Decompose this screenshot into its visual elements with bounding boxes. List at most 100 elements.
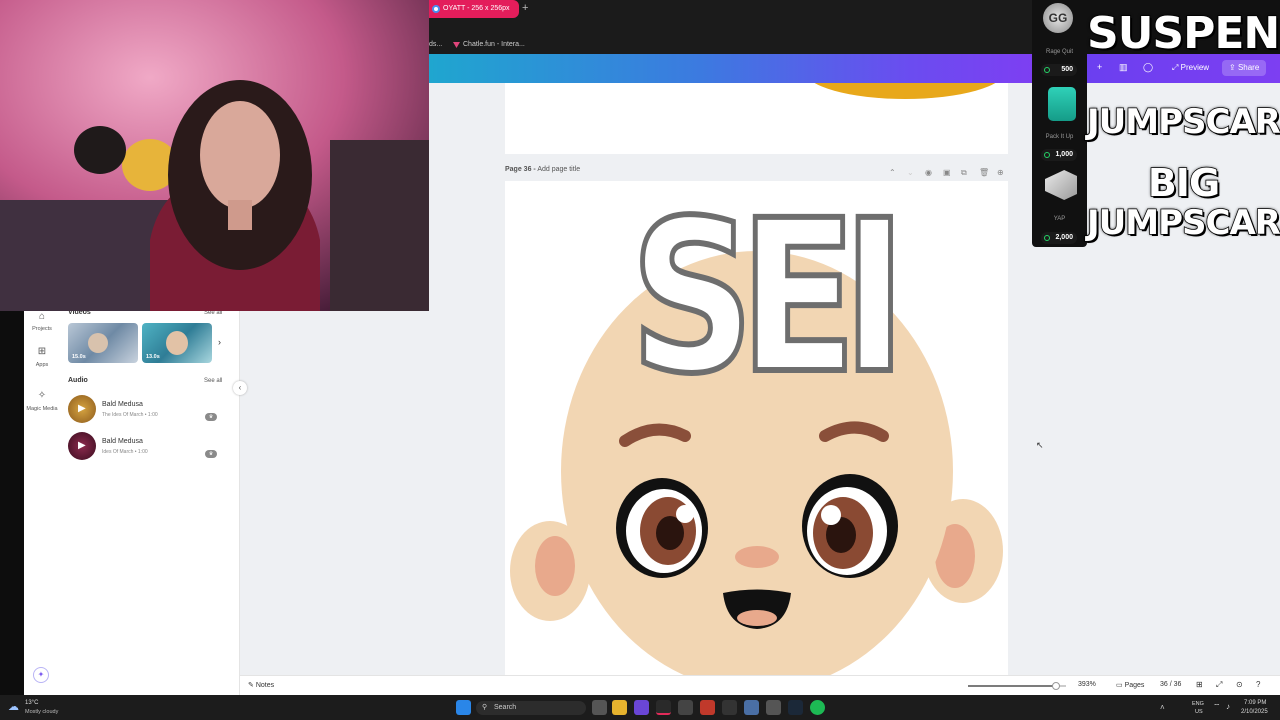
crown-icon: ♛ (205, 413, 217, 421)
editor-footer: ✎ Notes 393% ▭ Pages 36 / 36 ⊞ ⤢ ⊙ ? (240, 675, 1280, 695)
audio-title: Bald Medusa (102, 438, 143, 445)
page-count[interactable]: 36 / 36 (1160, 681, 1181, 688)
notes-button[interactable]: ✎ Notes (248, 681, 274, 689)
points-icon (1044, 67, 1050, 73)
discord-icon[interactable] (634, 700, 649, 715)
settings-icon[interactable] (744, 700, 759, 715)
previous-page-shape (805, 83, 1005, 99)
points-icon (1044, 152, 1050, 158)
volume-icon[interactable]: ♪ (1226, 702, 1230, 711)
alert-big-jumpscare: JUMPSCARE (1086, 202, 1280, 244)
grid-view-icon[interactable]: ⊞ (1196, 680, 1203, 689)
crown-icon: ♛ (205, 450, 217, 458)
chrome-taskbar-icon[interactable] (656, 700, 671, 715)
notes-label: Notes (255, 682, 275, 689)
zoom-slider[interactable] (968, 682, 1066, 690)
reward-cost: 500 (1041, 64, 1077, 76)
audio-see-all-link[interactable]: See all (204, 378, 222, 384)
steam-icon[interactable] (788, 700, 803, 715)
app-icon[interactable] (700, 700, 715, 715)
alert-suspense: SUSPENSE (1086, 7, 1280, 60)
video-thumbnail[interactable]: 15.0s (68, 323, 138, 363)
reward-cost: 1,000 (1041, 149, 1077, 161)
spotify-icon[interactable] (810, 700, 825, 715)
audio-track[interactable]: ▶ Bald Medusa Ides Of March • 1:00 ♛ (68, 432, 238, 462)
file-explorer-icon[interactable] (612, 700, 627, 715)
webcam-video (0, 0, 429, 311)
video-thumbnail[interactable]: 13.0s (142, 323, 212, 363)
apps-grid-icon[interactable]: ⊞ (24, 346, 60, 357)
windows-start-icon[interactable] (456, 700, 471, 715)
clock-date: 2/10/2025 (1241, 709, 1268, 715)
bookmark-item[interactable]: Chatle.fun - Intera... (463, 36, 525, 54)
sei-text-graphic[interactable]: SEI (628, 181, 909, 423)
screen: OYATT - 256 x 256px + ds... Chatle.fun -… (0, 0, 1280, 720)
audio-track[interactable]: ▶ Bald Medusa The Ides Of March • 1:00 ♛ (68, 395, 238, 425)
play-icon[interactable]: ▶ (78, 403, 86, 414)
fullscreen-icon[interactable]: ⤢ (1216, 680, 1222, 690)
folder-icon[interactable]: ⌂ (24, 311, 60, 322)
rail-magic-media-label: Magic Media (26, 406, 58, 412)
check-icon[interactable]: ⊙ (1236, 680, 1243, 689)
gg-logo: GG (1043, 3, 1073, 33)
browser-tab-active[interactable]: OYATT - 256 x 256px (429, 0, 519, 18)
audio-subtitle: The Ides Of March • 1:00 (102, 412, 158, 418)
side-panel (24, 311, 240, 695)
app-icon[interactable] (678, 700, 693, 715)
taskbar-search[interactable]: ⚲ Search (476, 701, 586, 715)
bookmark-item[interactable]: ds... (429, 36, 442, 54)
pages-button[interactable]: ▭ Pages (1116, 681, 1144, 689)
webcam-overlay (0, 0, 429, 311)
zoom-slider-fill (968, 685, 1057, 687)
duplicate-icon[interactable]: ⧉ (961, 168, 967, 178)
audio-cover: ▶ (68, 395, 96, 423)
suitcase-icon (1048, 87, 1076, 121)
play-icon[interactable]: ▶ (78, 440, 86, 451)
magic-media-icon[interactable]: ✧ (24, 390, 60, 401)
rail-projects-label: Projects (32, 326, 52, 332)
new-tab-button[interactable]: + (522, 2, 528, 14)
rail-apps-label: Apps (35, 362, 49, 368)
move-up-icon[interactable]: ⌃ (889, 168, 896, 177)
hide-page-icon[interactable]: ◉ (925, 168, 932, 177)
left-edge (0, 311, 24, 695)
weather-temp: 13°C (25, 700, 39, 706)
app-icon[interactable] (766, 700, 781, 715)
clock-time[interactable]: 7:09 PM (1244, 700, 1266, 706)
app-icon[interactable] (722, 700, 737, 715)
move-down-icon[interactable]: ⌄ (907, 168, 914, 177)
language-region: US (1195, 709, 1203, 715)
mouse-cursor: ↖ (1036, 440, 1044, 450)
editor-header (429, 54, 1032, 83)
points-icon (1044, 235, 1050, 241)
search-label: Search (494, 704, 517, 711)
zoom-slider-handle[interactable] (1052, 682, 1061, 690)
delete-icon[interactable]: 🗑 (979, 168, 989, 177)
design-page[interactable]: SEI (505, 181, 1008, 675)
previous-page[interactable] (505, 83, 1008, 154)
show-hidden-icons[interactable]: ˄ (1160, 703, 1165, 712)
share-label: Share (1237, 63, 1260, 72)
audio-subtitle: Ides Of March • 1:00 (102, 449, 148, 455)
help-icon[interactable]: ? (1256, 680, 1260, 689)
reward-label: Pack It Up (1045, 134, 1074, 140)
tab-title: OYATT - 256 x 256px (443, 5, 510, 12)
collapse-panel-button[interactable]: ‹ (233, 381, 247, 395)
reward-cost: 2,000 (1041, 232, 1077, 244)
add-page-icon[interactable]: ⊕ (997, 168, 1004, 177)
language-indicator[interactable]: ENG (1192, 701, 1204, 707)
page-title-input[interactable]: Add page title (537, 166, 580, 173)
zoom-percentage[interactable]: 393% (1078, 681, 1096, 688)
task-view-icon[interactable] (592, 700, 607, 715)
magic-assistant-icon[interactable]: ✦ (33, 667, 49, 683)
reward-label: YAP (1053, 216, 1066, 222)
person-figure (166, 331, 188, 355)
lock-icon[interactable]: ▣ (943, 168, 951, 177)
channel-rewards-overlay (1032, 0, 1087, 247)
network-icon[interactable]: ⌔ (1213, 702, 1221, 712)
audio-title: Bald Medusa (102, 401, 143, 408)
scroll-right-icon[interactable]: › (218, 337, 221, 347)
alert-jumpscare: JUMPSCARE (1086, 101, 1280, 143)
bookmarks-bar: ds... Chatle.fun - Intera... (429, 36, 1032, 54)
weather-icon[interactable]: ☁ (8, 700, 19, 713)
